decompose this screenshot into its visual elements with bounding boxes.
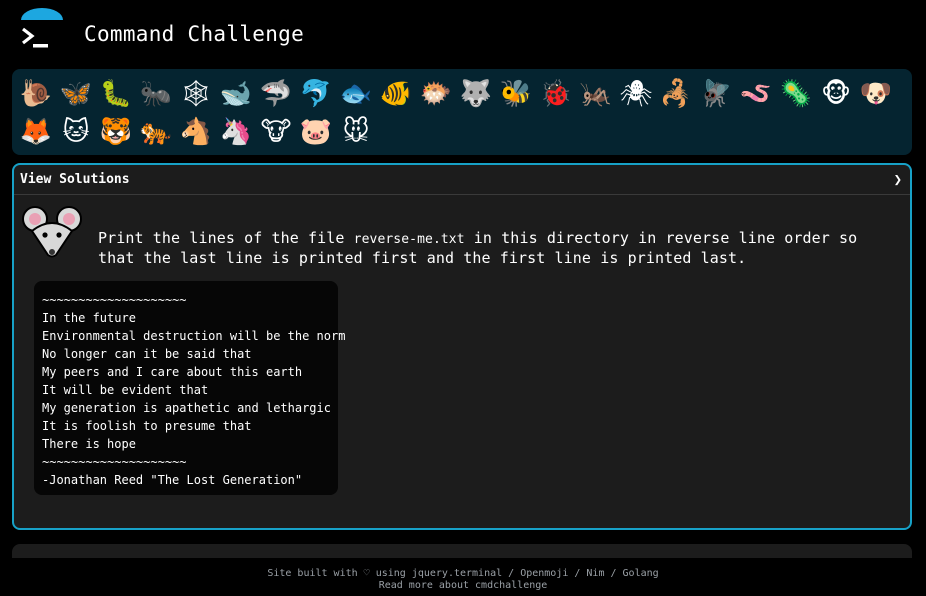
- bee-icon[interactable]: 🐝: [496, 75, 536, 113]
- poem-line: It will be evident that: [42, 383, 209, 397]
- task-filename: reverse-me.txt: [353, 232, 465, 247]
- butterfly-icon[interactable]: 🦋: [56, 75, 96, 113]
- spider-icon[interactable]: 🕷: [616, 75, 656, 113]
- whale-icon[interactable]: 🐋: [216, 75, 256, 113]
- terminal-prompt-icon[interactable]: [20, 24, 52, 52]
- ladybug-icon[interactable]: 🐞: [536, 75, 576, 113]
- poem-line: ~~~~~~~~~~~~~~~~~~~~: [42, 293, 187, 307]
- wolf-icon[interactable]: 🐺: [456, 75, 496, 113]
- view-solutions-toggle[interactable]: View Solutions ❯: [14, 165, 910, 195]
- pig-icon[interactable]: 🐷: [296, 113, 336, 151]
- challenge-icons: 🐌 🦋 🐛 🐜 🕸 🐋 🦈 🐬 🐟 🐠 🐡 🐺 🐝 🐞 🦗 🕷 🦂 🪰 🪱 🦠 🐵 🐶 🦊 🐱 🐯 🐅 🐴 🦄 🐮 🐷 🐭: [16, 75, 908, 151]
- tropical-fish-icon[interactable]: 🐠: [376, 75, 416, 113]
- cricket-icon[interactable]: 🦗: [576, 75, 616, 113]
- dolphin-icon[interactable]: 🐬: [296, 75, 336, 113]
- challenge-panel: View Solutions ❯ Print the lines of the …: [12, 163, 912, 530]
- tiger-icon[interactable]: 🐅: [136, 113, 176, 151]
- snail-icon[interactable]: 🐌: [16, 75, 56, 113]
- spider-web-icon[interactable]: 🕸: [176, 75, 216, 113]
- poem-line: In the future: [42, 311, 136, 325]
- dog-icon[interactable]: 🐶: [856, 75, 896, 113]
- poem-line: There is hope: [42, 437, 136, 451]
- cow-icon[interactable]: 🐮: [256, 113, 296, 151]
- fish-icon[interactable]: 🐟: [336, 75, 376, 113]
- poem-line: Environmental destruction will be the no…: [42, 329, 346, 343]
- shark-icon[interactable]: 🦈: [256, 75, 296, 113]
- task-description: Print the lines of the file reverse-me.t…: [98, 229, 898, 267]
- poem-line: It is foolish to presume that: [42, 419, 252, 433]
- blowfish-icon[interactable]: 🐡: [416, 75, 456, 113]
- horse-icon[interactable]: 🐴: [176, 113, 216, 151]
- chevron-right-icon[interactable]: ❯: [894, 172, 902, 188]
- fly-icon[interactable]: 🪰: [696, 75, 736, 113]
- unicorn-icon[interactable]: 🦄: [216, 113, 256, 151]
- poem-line: My peers and I care about this earth: [42, 365, 303, 379]
- poem-line: -Jonathan Reed "The Lost Generation": [42, 473, 303, 487]
- site-title[interactable]: Command Challenge: [84, 22, 304, 46]
- worm-icon[interactable]: 🪱: [736, 75, 776, 113]
- file-contents-block: ~~~~~~~~~~~~~~~~~~~~ In the future Environ…: [34, 281, 346, 495]
- poem-line: No longer can it be said that: [42, 347, 252, 361]
- view-solutions-label: View Solutions: [20, 172, 130, 187]
- fox-icon[interactable]: 🦊: [16, 113, 56, 151]
- footer-credits: Site built with ♡ using jquery.terminal …: [267, 568, 659, 579]
- site-header: Command Challenge: [0, 0, 926, 66]
- microbe-icon[interactable]: 🦠: [776, 75, 816, 113]
- ant-icon[interactable]: 🐜: [136, 75, 176, 113]
- monkey-icon[interactable]: 🐵: [816, 75, 856, 113]
- logo-arc[interactable]: [21, 8, 63, 20]
- mouse-face-icon: [22, 206, 82, 258]
- challenge-list: 🐌 🦋 🐛 🐜 🕸 🐋 🦈 🐬 🐟 🐠 🐡 🐺 🐝 🐞 🦗 🕷 🦂 🪰 🪱 🦠 🐵 🐶 🦊 🐱 🐯 🐅 🐴 🦄 🐮 🐷 🐭: [12, 69, 912, 155]
- cat-icon[interactable]: 🐱: [56, 113, 96, 151]
- site-footer: Site built with ♡ using jquery.terminal …: [0, 568, 926, 592]
- terminal-area[interactable]: [12, 544, 912, 558]
- caterpillar-icon[interactable]: 🐛: [96, 75, 136, 113]
- footer-read-more-link[interactable]: Read more about cmdchallenge: [0, 580, 926, 592]
- task-text-start: Print the lines of the file: [98, 229, 354, 247]
- scorpion-icon[interactable]: 🦂: [656, 75, 696, 113]
- mouse-icon[interactable]: 🐭: [336, 113, 376, 151]
- tiger-face-icon[interactable]: 🐯: [96, 113, 136, 151]
- poem-line: My generation is apathetic and lethargic: [42, 401, 331, 415]
- poem-line: ~~~~~~~~~~~~~~~~~~~~: [42, 455, 187, 469]
